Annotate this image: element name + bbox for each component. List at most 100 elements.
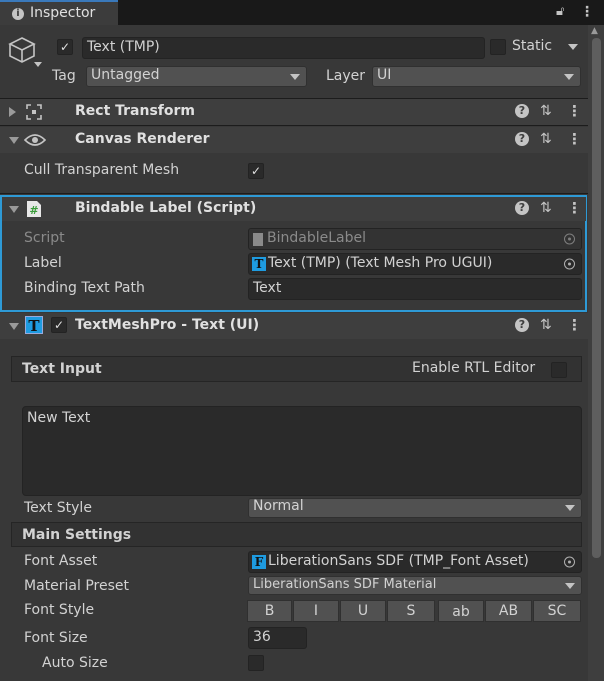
component-rect-transform[interactable]: Rect Transform ? ⇅ ⋮: [0, 99, 588, 125]
object-picker-icon[interactable]: [564, 556, 575, 568]
font-asset-icon: F: [252, 555, 266, 569]
active-checkbox[interactable]: ✓: [57, 39, 73, 55]
preset-icon[interactable]: ⇅: [540, 200, 552, 216]
chevron-down-icon: [290, 73, 300, 80]
binding-path-input[interactable]: Text: [248, 278, 582, 300]
object-picker-icon: [564, 233, 575, 245]
font-style-label: Font Style: [24, 602, 95, 618]
label-label: Label: [24, 255, 62, 271]
component-menu-icon[interactable]: ⋮: [567, 102, 582, 120]
font-style-bold-button[interactable]: B: [247, 600, 292, 622]
rtl-checkbox[interactable]: [551, 362, 567, 378]
rtl-label: Enable RTL Editor: [412, 360, 536, 376]
lock-icon[interactable]: 🔓︎: [556, 4, 564, 19]
layer-value: UI: [377, 67, 392, 83]
script-label: Script: [24, 230, 65, 246]
layer-dropdown[interactable]: UI: [372, 66, 581, 87]
info-icon: i: [12, 8, 24, 20]
main-settings-title: Main Settings: [22, 527, 132, 543]
font-style-smallcaps-button[interactable]: SC: [533, 600, 581, 622]
main-settings-section-header: Main Settings: [11, 522, 582, 547]
text-input-section-header: Text Input Enable RTL Editor: [11, 356, 582, 382]
preset-icon[interactable]: ⇅: [540, 131, 552, 147]
chevron-down-icon: [565, 582, 575, 589]
font-size-value: 36: [253, 629, 271, 645]
font-style-underline-button[interactable]: U: [340, 600, 386, 622]
tab-title: Inspector: [30, 5, 96, 21]
tag-dropdown[interactable]: Untagged: [86, 66, 307, 87]
tab-inspector[interactable]: i Inspector: [0, 0, 118, 25]
help-icon[interactable]: ?: [515, 318, 529, 332]
text-input-area[interactable]: New Text: [22, 406, 582, 496]
component-title: Canvas Renderer: [75, 131, 210, 147]
scroll-up-icon[interactable]: ▲: [591, 26, 598, 36]
tab-menu-icon[interactable]: ⋮: [580, 4, 594, 20]
font-asset-field[interactable]: F LiberationSans SDF (TMP_Font Asset): [248, 551, 582, 573]
text-style-dropdown[interactable]: Normal: [248, 498, 582, 518]
component-menu-icon[interactable]: ⋮: [567, 130, 582, 148]
cull-checkbox[interactable]: ✓: [248, 163, 264, 179]
fold-arrow-icon[interactable]: [9, 107, 16, 117]
component-menu-icon[interactable]: ⋮: [567, 199, 582, 217]
script-icon: #: [27, 201, 41, 217]
preset-icon[interactable]: ⇅: [540, 103, 552, 119]
font-style-strikethrough-button[interactable]: S: [387, 600, 435, 622]
font-size-label: Font Size: [24, 630, 88, 646]
divider: [0, 193, 588, 194]
rect-transform-icon: [26, 104, 42, 120]
font-style-italic-button[interactable]: I: [293, 600, 339, 622]
tag-value: Untagged: [91, 67, 160, 83]
svg-text:#: #: [29, 204, 38, 217]
text-input-title: Text Input: [22, 361, 102, 377]
label-object-field[interactable]: T Text (TMP) (Text Mesh Pro UGUI): [248, 253, 582, 275]
help-icon[interactable]: ?: [515, 132, 529, 146]
fold-arrow-icon[interactable]: [9, 206, 19, 213]
material-preset-label: Material Preset: [24, 578, 129, 594]
text-style-label: Text Style: [24, 500, 92, 516]
scrollbar-thumb[interactable]: [592, 38, 601, 558]
static-label: Static: [512, 38, 553, 54]
tmp-component-icon: T: [25, 316, 43, 335]
font-style-lowercase-button[interactable]: ab: [438, 600, 484, 622]
component-menu-icon[interactable]: ⋮: [567, 316, 582, 334]
fold-arrow-icon[interactable]: [9, 137, 19, 144]
icon-dropdown-icon[interactable]: [34, 62, 42, 67]
material-preset-value: LiberationSans SDF Material: [253, 577, 437, 592]
component-title: Rect Transform: [75, 103, 196, 119]
font-asset-value: LiberationSans SDF (TMP_Font Asset): [268, 553, 529, 569]
object-name-value: Text (TMP): [87, 39, 160, 55]
divider: [0, 125, 588, 126]
tmp-enabled-checkbox[interactable]: ✓: [51, 317, 67, 333]
help-icon[interactable]: ?: [515, 201, 529, 215]
script-field: BindableLabel: [248, 228, 582, 250]
component-canvas-renderer[interactable]: Canvas Renderer ? ⇅ ⋮: [0, 127, 588, 153]
cull-label: Cull Transparent Mesh: [24, 162, 180, 178]
bindable-label-header[interactable]: # Bindable Label (Script) ? ⇅ ⋮: [2, 197, 586, 221]
preset-icon[interactable]: ⇅: [540, 317, 552, 333]
font-style-uppercase-button[interactable]: AB: [485, 600, 532, 622]
tag-label: Tag: [52, 68, 76, 84]
script-file-icon: [253, 233, 263, 246]
chevron-down-icon: [564, 73, 574, 80]
binding-path-value: Text: [253, 280, 282, 296]
help-icon[interactable]: ?: [515, 104, 529, 118]
material-preset-dropdown[interactable]: LiberationSans SDF Material: [248, 576, 582, 595]
static-checkbox[interactable]: [490, 39, 506, 55]
component-title: TextMeshPro - Text (UI): [75, 317, 260, 333]
static-dropdown-icon[interactable]: [568, 44, 578, 50]
auto-size-checkbox[interactable]: [248, 655, 264, 671]
script-value: BindableLabel: [267, 230, 366, 246]
auto-size-label: Auto Size: [42, 655, 108, 671]
component-textmeshpro[interactable]: T ✓ TextMeshPro - Text (UI) ? ⇅ ⋮: [0, 313, 588, 339]
layer-label: Layer: [326, 68, 366, 84]
binding-path-label: Binding Text Path: [24, 280, 145, 296]
chevron-down-icon: [565, 505, 575, 511]
object-name-field[interactable]: Text (TMP): [82, 37, 485, 59]
fold-arrow-icon[interactable]: [9, 323, 19, 330]
font-size-input[interactable]: 36: [248, 627, 307, 649]
label-value: Text (TMP) (Text Mesh Pro UGUI): [268, 255, 493, 271]
font-asset-label: Font Asset: [24, 553, 98, 569]
eye-icon: [24, 134, 46, 146]
object-picker-icon[interactable]: [564, 258, 575, 270]
component-title: Bindable Label (Script): [75, 200, 257, 216]
